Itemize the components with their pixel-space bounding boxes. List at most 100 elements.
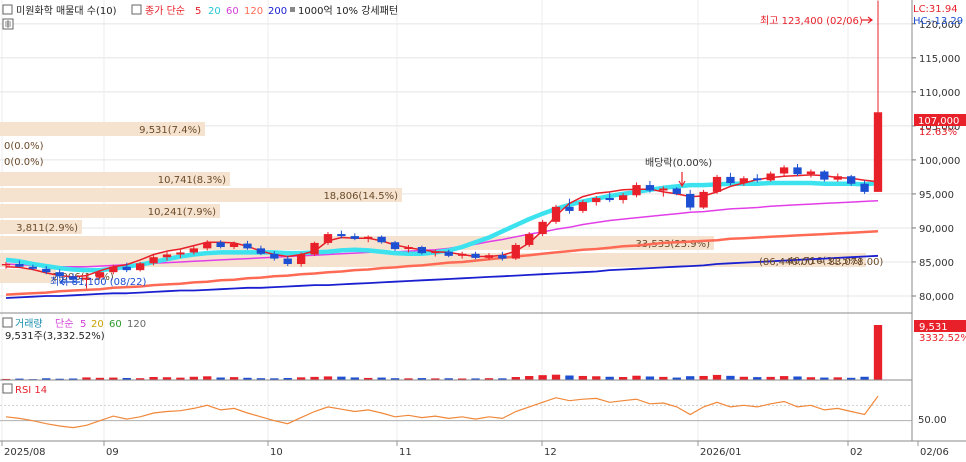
current-change: 12.63% <box>919 127 957 138</box>
candle-body <box>229 243 239 247</box>
hc-label: HC:-13.29 <box>913 16 963 27</box>
candle-body <box>350 236 359 239</box>
date-tick-label: 10 <box>270 447 283 458</box>
volume-bar <box>699 375 708 380</box>
current-price: 107,000 <box>918 116 959 127</box>
candle-body <box>726 176 735 184</box>
candle-body <box>766 173 775 181</box>
candle-body <box>592 198 601 203</box>
candle-body <box>149 257 158 264</box>
candle-body <box>605 198 614 201</box>
candle-body <box>471 253 480 258</box>
candle-body <box>216 242 225 247</box>
candle-body <box>686 193 695 208</box>
ma-period-200: 200 <box>268 6 287 17</box>
volume-profile-label: 9,531(7.4%) <box>139 125 201 136</box>
ma-period-20: 20 <box>208 6 221 17</box>
volume-bar <box>686 376 695 380</box>
candle-body <box>431 251 440 254</box>
candle-body <box>189 248 198 253</box>
candle-body <box>659 188 668 191</box>
candle-body <box>847 176 856 184</box>
candle-body <box>55 272 64 277</box>
price-tick-label: 110,000 <box>919 88 960 99</box>
volume-bar <box>592 376 601 380</box>
volume-ma-20: 20 <box>91 319 104 330</box>
candle-body <box>632 185 641 196</box>
candle-body <box>364 236 373 239</box>
candle-body <box>256 248 266 254</box>
volume-profile-label: 3,811(2.9%) <box>16 223 78 234</box>
ma-period-5: 5 <box>195 6 201 17</box>
legend-checkbox-icon[interactable] <box>2 317 13 328</box>
price-tick-label: 80,000 <box>919 292 954 303</box>
volume-bar <box>337 376 346 380</box>
date-tick-label: 2026/01 <box>700 447 742 458</box>
candle-body <box>484 255 494 258</box>
candle-body <box>323 234 333 243</box>
volume-ma-60: 60 <box>109 319 122 330</box>
candle-body <box>712 176 722 192</box>
date-tick-label: 02 <box>850 447 863 458</box>
candle-body <box>498 255 507 259</box>
candle-body <box>122 266 131 271</box>
price-tick-label: 100,000 <box>919 156 960 167</box>
candle-body <box>578 202 588 211</box>
candle-body <box>417 246 427 254</box>
candle-body <box>672 188 681 194</box>
price-axis: 80,00085,00090,00095,000100,000105,00011… <box>912 20 960 303</box>
candle-body <box>404 246 413 250</box>
candle-body <box>860 183 869 192</box>
candle-body <box>176 252 185 255</box>
candle-body <box>377 236 386 243</box>
lc-label: LC:31.94 <box>913 4 958 15</box>
candle-body <box>551 206 561 222</box>
volume-profile-label: 18,806(14.5%) <box>323 191 398 202</box>
date-tick-label: 09 <box>106 447 119 458</box>
volume-bar <box>793 376 802 380</box>
price-tick-label: 115,000 <box>919 54 960 65</box>
volume-current: 9,531 <box>919 322 948 333</box>
volume-bar <box>551 374 561 380</box>
volume-bar <box>645 376 655 380</box>
close-ma-label: 종가 단순 <box>145 5 185 17</box>
candle-body <box>42 268 51 273</box>
volume-bar <box>565 375 574 380</box>
range-note: (86,440.00 ~ 83,078.00) <box>759 257 883 268</box>
legend-checkbox-icon[interactable] <box>131 4 142 15</box>
candle-body <box>645 185 655 191</box>
candle-body <box>390 242 400 250</box>
volume-bar <box>726 375 735 380</box>
candle-body <box>28 266 37 269</box>
volume-profile-label: 10,241(7.9%) <box>148 207 216 218</box>
candle-body <box>525 234 534 245</box>
volume-bar <box>538 375 547 380</box>
volume-profile-label: 0(0.0%) <box>4 141 44 152</box>
legend-checkbox-icon[interactable] <box>2 4 13 15</box>
volume-bar <box>203 376 212 380</box>
candle-body <box>270 253 279 259</box>
chart-background <box>0 0 966 458</box>
chart-window: 9,531(7.4%) 0(0.0%) 0(0.0%) 10,741(8.3%) 18,… <box>0 0 966 458</box>
dividend-marker-label: 배당락(0.00%) <box>645 157 712 169</box>
candle-body <box>444 251 453 256</box>
candle-body <box>699 191 708 208</box>
pattern-icon <box>290 7 295 12</box>
candle-body <box>135 263 145 271</box>
price-tick-label: 90,000 <box>919 224 954 235</box>
stock-chart: 9,531(7.4%) 0(0.0%) 0(0.0%) 10,741(8.3%) 18,… <box>0 0 966 458</box>
volume-bar <box>578 375 588 380</box>
candle-body <box>806 171 816 175</box>
candle-body <box>753 178 762 181</box>
candle-body <box>565 206 574 211</box>
legend-checkbox-icon[interactable] <box>2 383 13 394</box>
candle-body <box>779 167 789 174</box>
candle-body <box>873 112 883 192</box>
date-tick-label: 02/06 <box>920 447 949 458</box>
candle-body <box>243 243 252 249</box>
candle-body <box>833 176 842 180</box>
volume-ma-5: 5 <box>80 319 86 330</box>
volume-bar <box>712 374 722 380</box>
candle-body <box>337 234 346 237</box>
rsi-level-label: 50.00 <box>918 415 947 426</box>
